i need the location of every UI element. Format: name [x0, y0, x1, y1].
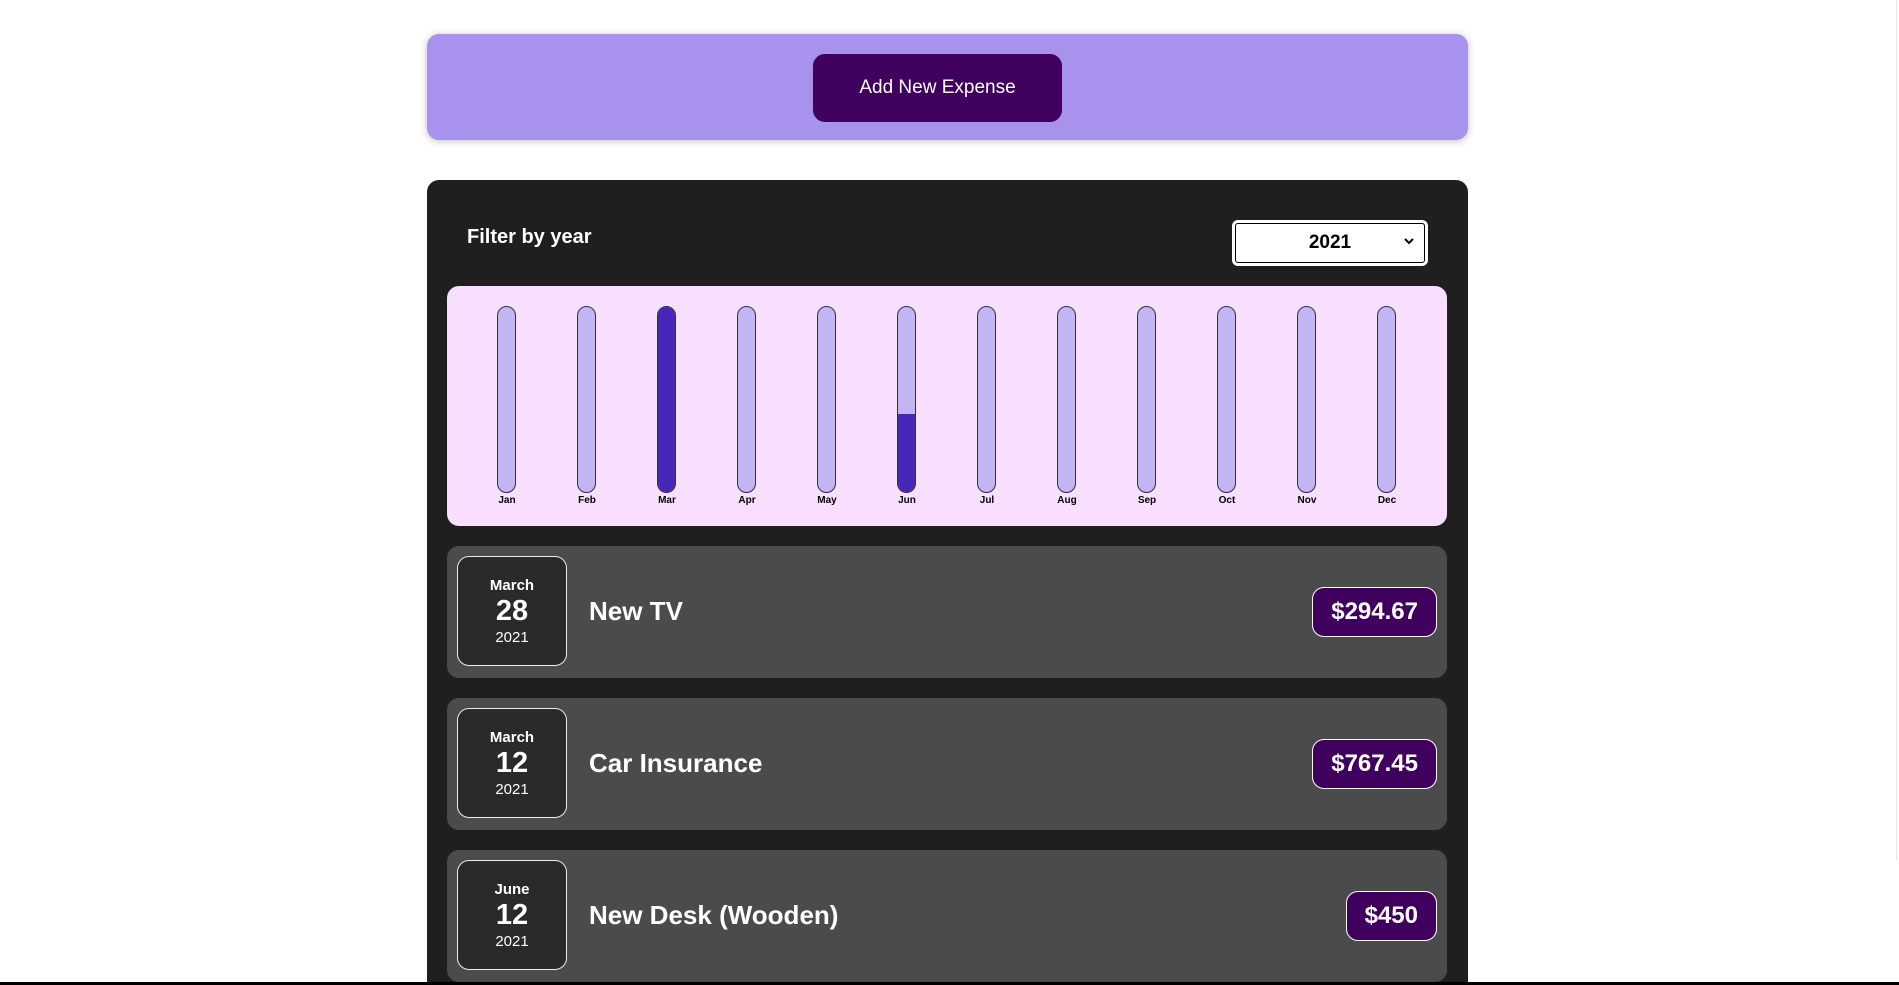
selected-year: 2021: [1308, 232, 1352, 253]
expense-item: March 28 2021 New TV $294.67: [447, 546, 1447, 678]
chart-bar: Aug: [1027, 306, 1107, 511]
new-expense-panel: Add New Expense: [427, 34, 1468, 140]
chart-bar-track: [1297, 306, 1316, 493]
chart-bar-label: Jun: [898, 495, 916, 506]
chart-bar-track: [1217, 306, 1236, 493]
expense-date-month: June: [494, 881, 530, 898]
chart-bar-track: [977, 306, 996, 493]
chart-bar-label: Nov: [1297, 495, 1317, 506]
scrollbar-edge: [1896, 0, 1897, 860]
expense-title: New Desk (Wooden): [589, 900, 839, 930]
chart-bar-track: [817, 306, 836, 493]
chart-bar-track: [1057, 306, 1076, 493]
chart-bar-track: [497, 306, 516, 493]
expense-date: June 12 2021: [457, 860, 567, 970]
expense-amount: $294.67: [1312, 587, 1437, 637]
chart-bar-track: [897, 306, 916, 493]
chart-bar-track: [577, 306, 596, 493]
chart-bar: Jun: [867, 306, 947, 511]
expense-date-day: 12: [495, 899, 529, 931]
expense-date-month: March: [489, 577, 535, 594]
expense-date-month: March: [489, 729, 535, 746]
chart-bar-fill: [658, 307, 675, 492]
chart-bar-label: Jul: [979, 495, 995, 506]
chart-bar: Nov: [1267, 306, 1347, 511]
chart-bar-track: [1137, 306, 1156, 493]
chart-bar-label: May: [817, 495, 837, 506]
chart-bar: Jul: [947, 306, 1027, 511]
expense-amount: $450: [1345, 891, 1437, 941]
chart-bar: Mar: [627, 306, 707, 511]
chart-bar-fill: [898, 413, 915, 492]
expense-date-year: 2021: [495, 933, 529, 950]
expenses-panel: Filter by year 2021 Jan Feb Mar Apr May Jun Ju…: [427, 180, 1468, 985]
chart-bar: Jan: [467, 306, 547, 511]
expense-item: March 12 2021 Car Insurance $767.45: [447, 698, 1447, 830]
expense-date-year: 2021: [495, 781, 529, 798]
expense-title: New TV: [589, 596, 683, 626]
chart-bar: Feb: [547, 306, 627, 511]
chart-bar-label: Apr: [738, 495, 756, 506]
chart-bar: Sep: [1107, 306, 1187, 511]
chart-bar-label: Feb: [578, 495, 596, 506]
chart-bar-track: [657, 306, 676, 493]
chart-bar-label: Sep: [1137, 495, 1157, 506]
add-new-expense-button[interactable]: Add New Expense: [813, 54, 1062, 122]
expense-date: March 28 2021: [457, 556, 567, 666]
chart-bar-label: Aug: [1057, 495, 1077, 506]
chevron-down-icon: [1404, 238, 1414, 245]
chart-bar-label: Mar: [658, 495, 676, 506]
page: Add New Expense Filter by year 2021 Jan F…: [0, 0, 1899, 985]
chart-bar-label: Oct: [1218, 495, 1236, 506]
chart-bar-label: Dec: [1377, 495, 1397, 506]
expenses-chart: Jan Feb Mar Apr May Jun Jul Aug Sep Oct Nov Dec: [447, 286, 1447, 526]
expense-date-year: 2021: [495, 629, 529, 646]
expense-amount: $767.45: [1312, 739, 1437, 789]
filter-label: Filter by year: [467, 226, 592, 248]
chart-bar: May: [787, 306, 867, 511]
chart-bar: Oct: [1187, 306, 1267, 511]
chart-bar: Apr: [707, 306, 787, 511]
chart-bar-track: [737, 306, 756, 493]
expense-date-day: 28: [495, 595, 529, 627]
expense-date-day: 12: [495, 747, 529, 779]
year-filter-select[interactable]: 2021: [1232, 220, 1428, 266]
chart-bar-track: [1377, 306, 1396, 493]
expense-date: March 12 2021: [457, 708, 567, 818]
expense-item: June 12 2021 New Desk (Wooden) $450: [447, 850, 1447, 982]
chart-bar: Dec: [1347, 306, 1427, 511]
expense-title: Car Insurance: [589, 748, 763, 778]
chart-bar-label: Jan: [498, 495, 516, 506]
